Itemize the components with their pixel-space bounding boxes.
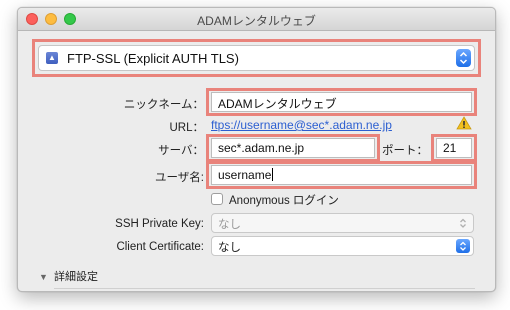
server-label: サーバ： — [158, 145, 204, 157]
client-cert-value: なし — [218, 242, 241, 254]
warning-triangle-icon — [456, 116, 472, 130]
port-field[interactable]: 21 — [436, 138, 472, 158]
port-label: ポート： — [382, 145, 428, 157]
window-title: ADAMレンタルウェブ — [197, 14, 316, 28]
client-cert-label: Client Certificate: — [116, 241, 204, 253]
username-field[interactable]: username — [211, 165, 472, 185]
nickname-label: ニックネーム： — [123, 99, 204, 111]
chevron-updown-icon[interactable] — [456, 49, 471, 67]
server-field[interactable]: sec*.adam.ne.jp — [211, 138, 375, 158]
url-link[interactable]: ftps://username@sec*.adam.ne.jp — [211, 118, 392, 132]
anonymous-checkbox[interactable] — [211, 193, 223, 205]
protocol-value: FTP-SSL (Explicit AUTH TLS) — [67, 51, 239, 66]
ssh-key-label: SSH Private Key: — [115, 218, 204, 230]
advanced-label: 詳細設定 — [53, 271, 98, 283]
client-cert-select[interactable]: なし — [211, 236, 474, 256]
bookmark-window: ADAMレンタルウェブ ▲ FTP-SSL (Explicit AUTH TLS… — [17, 7, 496, 292]
titlebar: ADAMレンタルウェブ — [18, 8, 495, 31]
nickname-field[interactable]: ADAMレンタルウェブ — [211, 92, 472, 112]
anonymous-label: Anonymous ログイン — [229, 195, 339, 207]
chevron-updown-icon — [456, 216, 470, 230]
ftp-protocol-icon: ▲ — [46, 52, 58, 64]
disclosure-triangle-icon: ▼ — [39, 272, 48, 282]
chevron-updown-icon — [456, 239, 470, 253]
ssh-key-select[interactable]: なし — [211, 213, 474, 233]
username-label: ユーザ名: — [155, 172, 204, 184]
protocol-select[interactable]: ▲ FTP-SSL (Explicit AUTH TLS) — [38, 45, 475, 71]
ssh-key-value: なし — [218, 219, 241, 231]
advanced-divider — [54, 288, 475, 289]
url-label: URL： — [169, 122, 204, 134]
advanced-disclosure[interactable]: ▼ 詳細設定 — [39, 268, 98, 284]
